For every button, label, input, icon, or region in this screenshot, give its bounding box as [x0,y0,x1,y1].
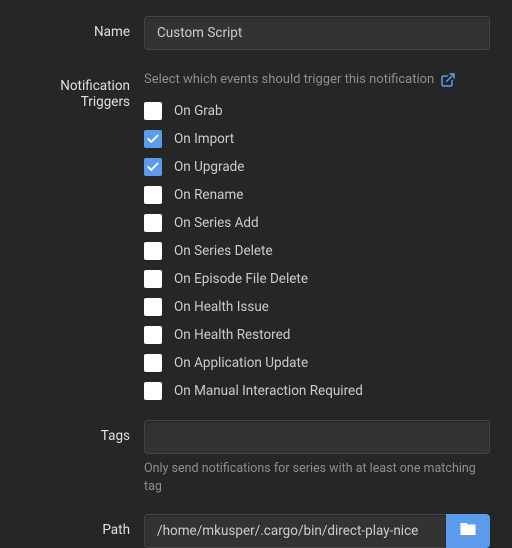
trigger-row[interactable]: On Series Delete [144,242,490,260]
checkbox[interactable] [144,326,162,344]
row-name: Name [14,16,490,50]
row-path: Path [14,514,490,548]
checkbox-label: On Health Issue [174,299,269,315]
row-tags: Tags Only send notifications for series … [14,420,490,496]
trigger-row[interactable]: On Grab [144,102,490,120]
label-path: Path [14,514,144,538]
trigger-row[interactable]: On Rename [144,186,490,204]
path-input[interactable] [144,514,446,548]
checkbox-label: On Series Delete [174,243,273,259]
trigger-row[interactable]: On Import [144,130,490,148]
trigger-row[interactable]: On Health Restored [144,326,490,344]
folder-icon [459,520,477,541]
tags-hint: Only send notifications for series with … [144,460,490,496]
label-tags: Tags [14,420,144,444]
trigger-row[interactable]: On Upgrade [144,158,490,176]
trigger-row[interactable]: On Health Issue [144,298,490,316]
checkbox[interactable] [144,298,162,316]
tags-input[interactable] [144,420,490,454]
triggers-checkbox-list: On Grab On Import On Upgrade On Rename On Se… [144,102,490,400]
checkbox-label: On Health Restored [174,327,290,343]
checkbox-label: On Grab [174,103,223,119]
checkbox[interactable] [144,354,162,372]
checkbox-label: On Manual Interaction Required [174,383,363,399]
checkbox[interactable] [144,242,162,260]
trigger-row[interactable]: On Series Add [144,214,490,232]
checkbox[interactable] [144,158,162,176]
checkbox[interactable] [144,270,162,288]
triggers-help-text: Select which events should trigger this … [144,70,434,90]
checkbox-label: On Upgrade [174,159,244,175]
checkbox-label: On Import [174,131,234,147]
trigger-row[interactable]: On Application Update [144,354,490,372]
label-name: Name [14,16,144,40]
checkbox[interactable] [144,382,162,400]
checkbox[interactable] [144,130,162,148]
checkbox-label: On Application Update [174,355,308,371]
checkbox[interactable] [144,214,162,232]
checkbox-label: On Rename [174,187,243,203]
checkbox[interactable] [144,186,162,204]
browse-folder-button[interactable] [446,514,490,548]
checkbox-label: On Episode File Delete [174,271,308,287]
trigger-row[interactable]: On Episode File Delete [144,270,490,288]
checkbox-label: On Series Add [174,215,259,231]
row-notification-triggers: Notification Triggers Select which event… [14,70,490,400]
checkbox[interactable] [144,102,162,120]
label-notification-triggers: Notification Triggers [14,70,144,110]
trigger-row[interactable]: On Manual Interaction Required [144,382,490,400]
external-link-icon[interactable] [440,72,456,88]
name-input[interactable] [144,16,490,50]
